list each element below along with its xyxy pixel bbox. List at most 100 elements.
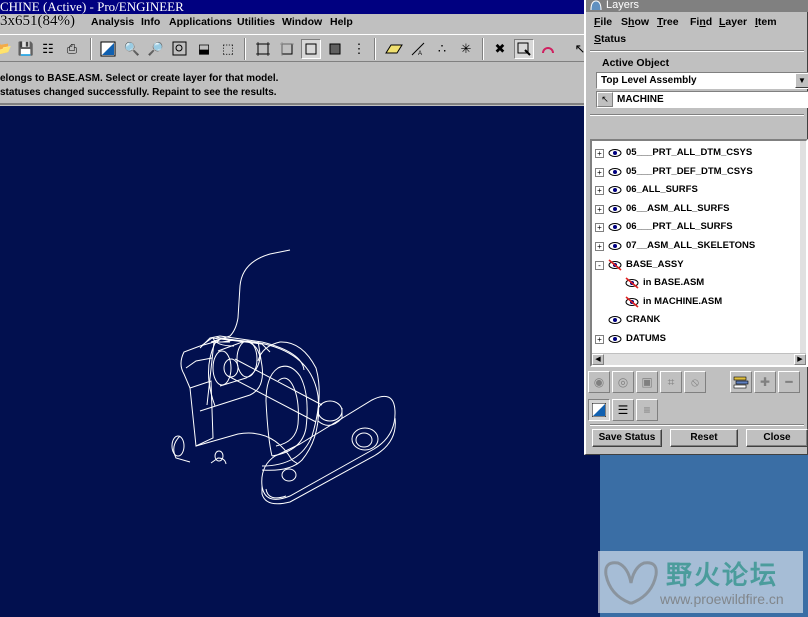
layer-tree-row[interactable]: in BASE.ASM (592, 274, 792, 292)
show-layer-icon[interactable]: ◉ (588, 371, 610, 393)
view-icons-icon[interactable] (588, 399, 610, 421)
spin-center-icon[interactable]: ✖ (490, 39, 510, 59)
saved-views-icon[interactable]: ⬚ (218, 39, 238, 59)
expand-icon[interactable]: + (595, 335, 604, 344)
zoom-out-icon[interactable]: 🔎 (146, 39, 166, 59)
expand-icon[interactable]: + (595, 242, 604, 251)
layers-menu-show[interactable]: Show (621, 16, 649, 28)
eye-icon[interactable] (608, 166, 622, 178)
hidden-eye-icon[interactable] (608, 258, 622, 271)
menu-applications[interactable]: Applications (169, 16, 232, 28)
layer-tree-row[interactable]: +07__ASM_ALL_SKELETONS (592, 237, 792, 255)
reset-button[interactable]: Reset (670, 429, 738, 447)
unhide-layer-icon[interactable]: ⦸ (684, 371, 706, 393)
collapse-icon[interactable]: - (595, 260, 604, 270)
open-icon[interactable]: 📂 (0, 39, 14, 59)
eye-icon[interactable] (608, 221, 622, 233)
layer-tree-row[interactable]: - BASE_ASSY (592, 256, 792, 274)
eye-icon[interactable] (608, 333, 622, 345)
layers-menu-tree[interactable]: Tree (657, 16, 679, 28)
datum-planes-icon[interactable] (384, 39, 404, 59)
layer-tree-row[interactable]: +06_ALL_SURFS (592, 181, 792, 199)
isolate-layer-icon[interactable]: ▣ (636, 371, 658, 393)
layer-tree[interactable]: +05___PRT_ALL_DTM_CSYS +05___PRT_DEF_DTM_… (590, 139, 808, 367)
context-help-icon[interactable] (538, 39, 558, 59)
coord-sys-icon[interactable]: ✳ (456, 39, 476, 59)
remove-layer-icon[interactable]: ━ (778, 371, 800, 393)
layer-tree-row[interactable]: +06___PRT_ALL_SURFS (592, 218, 792, 236)
view-details-icon[interactable]: ≡ (636, 399, 658, 421)
layers-menu-find[interactable]: Find (690, 16, 712, 28)
hide-layer-icon[interactable]: ⌗ (660, 371, 682, 393)
layer-tree-row[interactable]: +06__ASM_ALL_SURFS (592, 200, 792, 218)
save-copy-icon[interactable]: ☷ (38, 39, 58, 59)
pick-arrow-icon[interactable]: ↖ (597, 92, 613, 107)
layer-name: 05___PRT_DEF_DTM_CSYS (626, 165, 753, 177)
tree-vertical-scrollbar[interactable] (800, 141, 806, 353)
layer-tree-row[interactable]: +05___PRT_ALL_DTM_CSYS (592, 144, 792, 162)
datum-axes-icon[interactable]: A (408, 39, 428, 59)
model-tree-icon[interactable]: ⋮ (349, 39, 369, 59)
save-icon[interactable]: 💾 (16, 39, 36, 59)
expand-icon[interactable]: + (595, 223, 604, 233)
main-window-title: CHINE (Active) - Pro/ENGINEER (0, 0, 600, 14)
expand-icon[interactable]: + (595, 167, 604, 177)
layers-menu-status[interactable]: Status (594, 33, 626, 45)
scroll-right-icon[interactable]: ▶ (794, 354, 806, 365)
eye-icon[interactable] (608, 184, 622, 196)
layer-tree-row[interactable]: CRANK (592, 311, 792, 329)
layer-tree-row[interactable]: + DATUMS (592, 330, 792, 348)
expand-icon[interactable]: + (595, 149, 604, 158)
layer-name: 07__ASM_ALL_SKELETONS (626, 240, 756, 251)
close-button[interactable]: Close (746, 429, 808, 447)
active-object-label: Active Object (602, 57, 670, 69)
graphics-viewport[interactable] (0, 106, 600, 617)
datum-points-icon[interactable]: ∴ (432, 39, 452, 59)
tree-horizontal-scrollbar[interactable]: ◀ ▶ (592, 353, 806, 365)
expand-icon[interactable]: + (595, 186, 604, 196)
orient-icon[interactable]: ⬓ (194, 39, 214, 59)
print-icon[interactable]: ⎙ (62, 39, 82, 59)
scroll-left-icon[interactable]: ◀ (592, 354, 604, 365)
hidden-line-icon[interactable] (277, 39, 297, 59)
query-select-icon[interactable] (514, 39, 534, 59)
wireframe-icon[interactable] (253, 39, 273, 59)
layer-name: 06___PRT_ALL_SURFS (626, 221, 733, 233)
refit-icon[interactable] (170, 39, 190, 59)
zoom-in-icon[interactable]: 🔍 (122, 39, 142, 59)
add-layer-icon[interactable]: ✚ (754, 371, 776, 393)
layers-menu-layer[interactable]: Layer (719, 16, 747, 28)
dropdown-arrow-icon[interactable]: ▼ (795, 73, 808, 88)
layers-menu-item[interactable]: Item (755, 16, 777, 28)
eye-icon[interactable] (608, 147, 622, 159)
eye-icon[interactable] (608, 314, 622, 326)
layer-tree-row[interactable]: in MACHINE.ASM (592, 293, 792, 311)
hidden-eye-icon[interactable] (625, 296, 639, 308)
eye-icon[interactable] (608, 203, 622, 215)
view-list-icon[interactable]: ☰ (612, 399, 634, 421)
hidden-eye-icon[interactable] (625, 277, 639, 289)
save-status-button[interactable]: Save Status (592, 429, 662, 447)
blank-layer-icon[interactable]: ◎ (612, 371, 634, 393)
no-hidden-icon[interactable] (301, 39, 321, 59)
toolbar-separator (374, 38, 376, 60)
layer-name: CRANK (626, 314, 661, 326)
layers-dialog-title[interactable]: Layers (586, 0, 808, 12)
eye-icon[interactable] (608, 240, 622, 252)
layer-properties-icon[interactable] (730, 371, 752, 393)
menu-window[interactable]: Window (282, 16, 322, 28)
toolbar-separator (482, 38, 484, 60)
menu-help[interactable]: Help (330, 16, 353, 28)
layer-tree-row[interactable]: +05___PRT_DEF_DTM_CSYS (592, 163, 792, 181)
menu-analysis[interactable]: Analysis (91, 16, 134, 28)
repaint-icon[interactable] (98, 39, 118, 59)
forum-watermark: 野火论坛 www.proewildfire.cn (598, 551, 803, 613)
message-line-1: elongs to BASE.ASM. Select or create lay… (0, 73, 279, 84)
active-object-field: ↖ MACHINE (596, 91, 808, 108)
menu-utilities[interactable]: Utilities (237, 16, 275, 28)
menu-info[interactable]: Info (141, 16, 160, 28)
expand-icon[interactable]: + (595, 204, 604, 214)
shading-icon[interactable] (325, 39, 345, 59)
layers-menu-file[interactable]: File (594, 16, 612, 28)
active-object-select[interactable]: Top Level Assembly ▼ (596, 72, 808, 89)
